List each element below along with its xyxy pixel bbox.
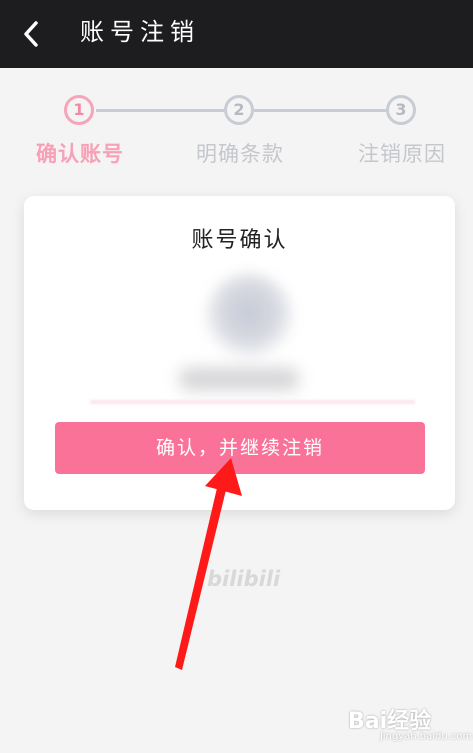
step-connector — [96, 109, 224, 112]
step-2-indicator: 2 — [224, 95, 254, 125]
chevron-left-icon — [24, 21, 38, 47]
watermark-url: jingyan.baidu.com — [380, 731, 473, 742]
top-bar: 账号注销 — [0, 0, 473, 68]
confirm-continue-button[interactable]: 确认，并继续注销 — [55, 422, 425, 474]
step-3-indicator: 3 — [386, 95, 416, 125]
step-progress: 1 2 3 确认账号 明确条款 注销原因 — [0, 92, 473, 172]
username-blurred — [179, 368, 299, 390]
step-1-label: 确认账号 — [36, 142, 124, 166]
card-title: 账号确认 — [191, 228, 288, 253]
bilibili-logo: bilibili — [207, 567, 281, 591]
step-connector — [254, 109, 388, 112]
step-3-label: 注销原因 — [358, 142, 446, 166]
avatar — [204, 272, 294, 362]
step-2-label: 明确条款 — [196, 142, 284, 166]
page-title: 账号注销 — [80, 18, 200, 46]
back-button[interactable] — [14, 14, 54, 54]
divider — [90, 400, 415, 404]
step-1-indicator: 1 — [64, 95, 94, 125]
account-confirm-card: 账号确认 确认，并继续注销 — [24, 196, 455, 510]
